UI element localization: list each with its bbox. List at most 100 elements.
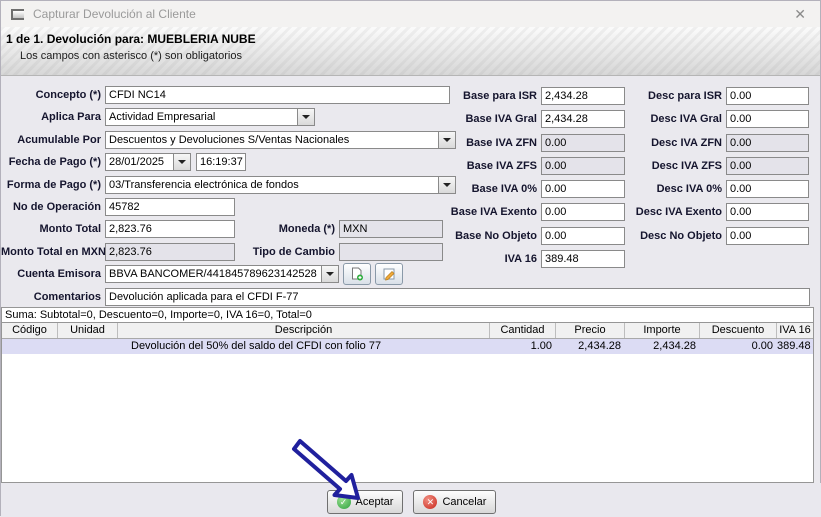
aceptar-button[interactable]: ✓ Aceptar (326, 490, 404, 514)
grid-header-row: Código Unidad Descripción Cantidad Preci… (2, 323, 813, 339)
row-base-para-isr: Base para ISR 2,434.28 (449, 87, 629, 105)
base-iva-0-input[interactable]: 0.00 (541, 180, 625, 199)
row-base-iva-0: Base IVA 0% 0.00 (449, 180, 629, 199)
base-no-objeto-input[interactable]: 0.00 (541, 226, 625, 245)
row-base-iva-zfn: Base IVA ZFN 0.00 (449, 133, 629, 152)
base-iva-0-label: Base IVA 0% (471, 183, 537, 196)
row-desc-iva-gral: Desc IVA Gral 0.00 (634, 110, 814, 129)
grid-header-iva16[interactable]: IVA 16 (777, 323, 813, 338)
grid-header-precio[interactable]: Precio (556, 323, 625, 338)
window-icon (11, 8, 24, 20)
edit-account-button[interactable] (375, 263, 403, 286)
banner-title: 1 de 1. Devolución para: MUEBLERIA NUBE (6, 32, 256, 46)
fecha-de-pago-time-input[interactable]: 16:19:37 (196, 153, 246, 172)
tipo-de-cambio-label: Tipo de Cambio (252, 245, 335, 258)
cell-precio: 2,434.28 (578, 340, 621, 352)
row-desc-para-isr: Desc para ISR 0.00 (634, 87, 814, 105)
table-row[interactable]: Devolución del 50% del saldo del CFDI co… (2, 339, 813, 354)
acumulable-por-select[interactable]: Descuentos y Devoluciones S/Ventas Nacio… (105, 130, 456, 149)
grid-header-importe[interactable]: Importe (625, 323, 700, 338)
base-para-isr-label: Base para ISR (463, 90, 537, 102)
edit-pencil-icon (383, 268, 395, 281)
cancel-x-icon: ✕ (423, 495, 438, 509)
desc-iva-exento-input[interactable]: 0.00 (726, 203, 809, 222)
desc-iva-0-label: Desc IVA 0% (656, 183, 722, 196)
iva-16-input[interactable]: 389.48 (541, 250, 625, 269)
footer-bar: ✓ Aceptar ✕ Cancelar (1, 483, 821, 517)
row-desc-iva-zfn: Desc IVA ZFN 0.00 (634, 133, 814, 152)
monto-total-label: Monto Total (39, 223, 102, 236)
fecha-de-pago-label: Fecha de Pago (*) (8, 156, 101, 169)
desc-iva-gral-input[interactable]: 0.00 (726, 110, 809, 129)
grid-header-cantidad[interactable]: Cantidad (490, 323, 556, 338)
comentarios-label: Comentarios (33, 290, 101, 303)
cell-cantidad: 1.00 (530, 340, 552, 352)
summary-bar: Suma: Subtotal=0, Descuento=0, Importe=0… (1, 307, 814, 323)
new-document-icon (352, 267, 363, 281)
row-base-iva-zfs: Base IVA ZFS 0.00 (449, 156, 629, 175)
monto-total-input[interactable]: 2,823.76 (105, 220, 235, 239)
accept-check-icon: ✓ (336, 495, 351, 509)
no-de-operacion-input[interactable]: 45782 (105, 197, 235, 216)
desc-para-isr-label: Desc para ISR (648, 90, 722, 102)
desc-iva-zfs-field: 0.00 (726, 156, 809, 175)
base-para-isr-input[interactable]: 2,434.28 (541, 87, 625, 105)
base-no-objeto-label: Base No Objeto (455, 229, 537, 242)
desc-iva-0-input[interactable]: 0.00 (726, 180, 809, 199)
cell-unidad (58, 339, 118, 354)
form-base-column: Base para ISR 2,434.28 Base IVA Gral 2,4… (449, 87, 629, 273)
forma-de-pago-label: Forma de Pago (*) (6, 178, 101, 191)
cell-descuento: 0.00 (751, 340, 773, 352)
grid-header-codigo[interactable]: Código (2, 323, 58, 338)
dialog-capturar-devolucion: Capturar Devolución al Cliente ✕ 1 de 1.… (0, 0, 821, 517)
base-iva-exento-label: Base IVA Exento (450, 206, 537, 219)
row-comentarios: Comentarios Devolución aplicada para el … (1, 287, 814, 306)
forma-de-pago-select[interactable]: 03/Transferencia electrónica de fondos (105, 175, 456, 194)
cell-iva16: 389.48 (777, 340, 811, 352)
base-iva-gral-label: Base IVA Gral (465, 113, 537, 126)
base-iva-zfs-label: Base IVA ZFS (466, 159, 537, 172)
window-title: Capturar Devolución al Cliente (33, 7, 196, 21)
header-banner: 1 de 1. Devolución para: MUEBLERIA NUBE … (1, 27, 820, 76)
base-iva-zfn-label: Base IVA ZFN (466, 136, 537, 149)
form-desc-column: Desc para ISR 0.00 Desc IVA Gral 0.00 De… (634, 87, 814, 250)
cancelar-button[interactable]: ✕ Cancelar (413, 490, 497, 514)
desc-no-objeto-label: Desc No Objeto (640, 229, 722, 242)
grid-header-unidad[interactable]: Unidad (58, 323, 118, 338)
desc-iva-exento-label: Desc IVA Exento (635, 206, 722, 219)
desc-para-isr-input[interactable]: 0.00 (726, 87, 809, 105)
iva-16-label: IVA 16 (504, 253, 537, 266)
row-desc-iva-exento: Desc IVA Exento 0.00 (634, 203, 814, 222)
row-iva-16: IVA 16 389.48 (449, 250, 629, 269)
banner-subtitle: Los campos con asterisco (*) son obligat… (20, 50, 242, 62)
cuenta-emisora-select[interactable]: BBVA BANCOMER/441845789623142528 (105, 265, 339, 284)
title-bar: Capturar Devolución al Cliente ✕ (1, 1, 820, 27)
cell-importe: 2,434.28 (653, 340, 696, 352)
desc-iva-gral-label: Desc IVA Gral (650, 113, 722, 126)
row-cuenta-emisora: Cuenta Emisora BBVA BANCOMER/44184578962… (1, 263, 814, 286)
row-desc-iva-0: Desc IVA 0% 0.00 (634, 180, 814, 199)
close-icon[interactable]: ✕ (790, 5, 810, 23)
comentarios-input[interactable]: Devolución aplicada para el CFDI F-77 (105, 287, 810, 306)
monto-total-mxn-field: 2,823.76 (105, 242, 235, 261)
aplica-para-label: Aplica Para (41, 111, 101, 124)
base-iva-gral-input[interactable]: 2,434.28 (541, 110, 625, 129)
grid-header-descuento[interactable]: Descuento (700, 323, 777, 338)
row-base-iva-gral: Base IVA Gral 2,434.28 (449, 110, 629, 129)
desc-iva-zfn-label: Desc IVA ZFN (651, 136, 722, 149)
desc-iva-zfn-field: 0.00 (726, 133, 809, 152)
new-account-button[interactable] (343, 263, 371, 286)
row-desc-iva-zfs: Desc IVA ZFS 0.00 (634, 156, 814, 175)
aplica-para-select[interactable]: Actividad Empresarial (105, 108, 315, 127)
fecha-de-pago-date-picker[interactable]: 28/01/2025 (105, 153, 191, 172)
cuenta-emisora-label: Cuenta Emisora (17, 268, 101, 281)
grid-header-descripcion[interactable]: Descripción (118, 323, 490, 338)
desc-iva-zfs-label: Desc IVA ZFS (651, 159, 722, 172)
aceptar-button-label: Aceptar (355, 496, 394, 508)
row-base-iva-exento: Base IVA Exento 0.00 (449, 203, 629, 222)
base-iva-zfn-field: 0.00 (541, 133, 625, 152)
concepto-input[interactable]: CFDI NC14 (105, 86, 450, 104)
desc-no-objeto-input[interactable]: 0.00 (726, 226, 809, 245)
base-iva-exento-input[interactable]: 0.00 (541, 203, 625, 222)
monto-total-mxn-label: Monto Total en MXN (1, 245, 106, 258)
